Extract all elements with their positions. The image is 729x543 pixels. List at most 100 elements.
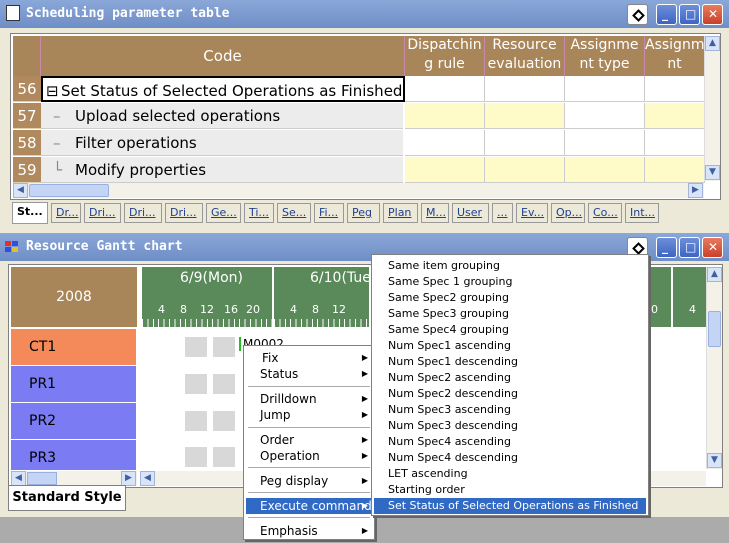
param-vertical-scrollbar[interactable]: ▲ ▼ (704, 36, 720, 181)
gantt-bar[interactable] (213, 337, 235, 357)
col-header-assignment-type[interactable]: Assignme nt type (565, 36, 645, 76)
col-header-dispatching[interactable]: Dispatchin g rule (405, 36, 485, 76)
tab-dri-3[interactable]: Dri... (165, 203, 203, 223)
tab-dr[interactable]: Dr... (51, 203, 81, 223)
param-horizontal-scrollbar[interactable]: ◀ ▶ (13, 183, 704, 198)
menu-item-order[interactable]: Order ▶ (246, 432, 372, 448)
scroll-right-icon[interactable]: ▶ (121, 471, 136, 486)
scroll-left-icon[interactable]: ◀ (11, 471, 26, 486)
gantt-bar[interactable] (213, 374, 235, 394)
gantt-bar[interactable] (185, 337, 207, 357)
resource-row-pr1[interactable]: PR1 (11, 366, 136, 402)
table-cell[interactable] (405, 103, 485, 129)
tab-ti[interactable]: Ti... (244, 203, 274, 223)
tab-ge[interactable]: Ge... (206, 203, 241, 223)
param-titlebar[interactable]: Scheduling parameter table _ □ ✕ (0, 0, 729, 28)
submenu-item[interactable]: LET ascending (374, 466, 646, 482)
table-cell[interactable] (645, 130, 705, 156)
col-header-assignment-direction[interactable]: Assignm nt directi (645, 36, 705, 76)
menu-item-status[interactable]: Status ▶ (246, 366, 372, 382)
menu-item-fix[interactable]: Fix ▶ (246, 350, 372, 366)
submenu-item[interactable]: Num Spec3 ascending (374, 402, 646, 418)
submenu-item[interactable]: Starting order (374, 482, 646, 498)
submenu-item[interactable]: Same Spec 1 grouping (374, 274, 646, 290)
submenu-item[interactable]: Same item grouping (374, 258, 646, 274)
menu-item-emphasis[interactable]: Emphasis ▶ (246, 523, 372, 539)
gantt-bar[interactable] (213, 447, 235, 467)
table-cell[interactable] (565, 157, 645, 183)
tab-standard[interactable]: St... (12, 202, 48, 224)
tab-dri-2[interactable]: Dri... (124, 203, 162, 223)
submenu-item-set-status-finished[interactable]: Set Status of Selected Operations as Fin… (374, 498, 646, 514)
tab-dri-1[interactable]: Dri... (84, 203, 121, 223)
table-cell[interactable] (405, 130, 485, 156)
table-cell[interactable] (485, 103, 565, 129)
submenu-item[interactable]: Num Spec2 descending (374, 386, 646, 402)
col-header-resource-eval[interactable]: Resource evaluation (485, 36, 565, 76)
tab-user[interactable]: User (452, 203, 489, 223)
table-cell[interactable] (645, 76, 705, 102)
submenu-item[interactable]: Num Spec1 ascending (374, 338, 646, 354)
tab-op[interactable]: Op... (551, 203, 585, 223)
tab-m[interactable]: M... (421, 203, 449, 223)
table-cell[interactable] (405, 76, 485, 102)
col-header-code[interactable]: Code (41, 36, 405, 76)
submenu-item[interactable]: Num Spec4 descending (374, 450, 646, 466)
menu-item-drilldown[interactable]: Drilldown ▶ (246, 391, 372, 407)
scroll-up-icon[interactable]: ▲ (705, 36, 720, 51)
gantt-bar[interactable] (185, 447, 207, 467)
tab-se[interactable]: Se... (277, 203, 311, 223)
gantt-left-hscroll[interactable]: ◀ ▶ (11, 471, 137, 486)
tab-plan[interactable]: Plan (383, 203, 418, 223)
scroll-up-icon[interactable]: ▲ (707, 267, 722, 282)
scroll-down-icon[interactable]: ▼ (707, 453, 722, 468)
table-row-selected[interactable]: ⊟ Set Status of Selected Operations as Fi… (41, 76, 405, 102)
menu-item-peg-display[interactable]: Peg display ▶ (246, 473, 372, 489)
resource-row-ct1[interactable]: CT1 (11, 329, 136, 365)
submenu-item[interactable]: Num Spec3 descending (374, 418, 646, 434)
submenu-item[interactable]: Num Spec2 ascending (374, 370, 646, 386)
close-button[interactable]: ✕ (702, 4, 723, 25)
table-cell[interactable] (485, 76, 565, 102)
submenu-item[interactable]: Same Spec2 grouping (374, 290, 646, 306)
table-row[interactable]: – Filter operations (41, 130, 403, 156)
gantt-vertical-scrollbar[interactable]: ▲ ▼ (706, 267, 722, 469)
minimize-button[interactable]: _ (656, 237, 677, 258)
scroll-left-icon[interactable]: ◀ (140, 471, 155, 486)
tab-ev[interactable]: Ev... (516, 203, 548, 223)
gantt-bar[interactable] (185, 411, 207, 431)
close-button[interactable]: ✕ (702, 237, 723, 258)
scroll-left-icon[interactable]: ◀ (13, 183, 28, 198)
scroll-thumb[interactable] (29, 184, 109, 197)
scroll-thumb[interactable] (27, 472, 57, 485)
menu-item-execute-command[interactable]: Execute command ▶ (246, 498, 372, 514)
table-row[interactable]: – Upload selected operations (41, 103, 403, 129)
pin-button[interactable] (627, 4, 648, 25)
tab-peg[interactable]: Peg (347, 203, 380, 223)
table-cell[interactable] (405, 157, 485, 183)
scroll-down-icon[interactable]: ▼ (705, 165, 720, 180)
tab-co[interactable]: Co... (588, 203, 622, 223)
resource-row-pr3[interactable]: PR3 (11, 440, 136, 470)
table-cell[interactable] (565, 130, 645, 156)
menu-item-jump[interactable]: Jump ▶ (246, 407, 372, 423)
submenu-item[interactable]: Same Spec4 grouping (374, 322, 646, 338)
gantt-bar[interactable] (213, 411, 235, 431)
table-cell[interactable] (485, 130, 565, 156)
gantt-bar[interactable] (185, 374, 207, 394)
table-cell[interactable] (565, 103, 645, 129)
table-row[interactable]: └ Modify properties (41, 157, 403, 183)
submenu-item[interactable]: Num Spec1 descending (374, 354, 646, 370)
tab-fi[interactable]: Fi... (314, 203, 344, 223)
tab-more[interactable]: ... (492, 203, 513, 223)
maximize-button[interactable]: □ (679, 237, 700, 258)
tab-int[interactable]: Int... (625, 203, 659, 223)
collapse-icon[interactable]: ⊟ (46, 78, 59, 104)
resource-row-pr2[interactable]: PR2 (11, 403, 136, 439)
submenu-item[interactable]: Num Spec4 ascending (374, 434, 646, 450)
minimize-button[interactable]: _ (656, 4, 677, 25)
menu-item-operation[interactable]: Operation ▶ (246, 448, 372, 464)
scroll-right-icon[interactable]: ▶ (688, 183, 703, 198)
maximize-button[interactable]: □ (679, 4, 700, 25)
scroll-thumb[interactable] (708, 311, 721, 347)
